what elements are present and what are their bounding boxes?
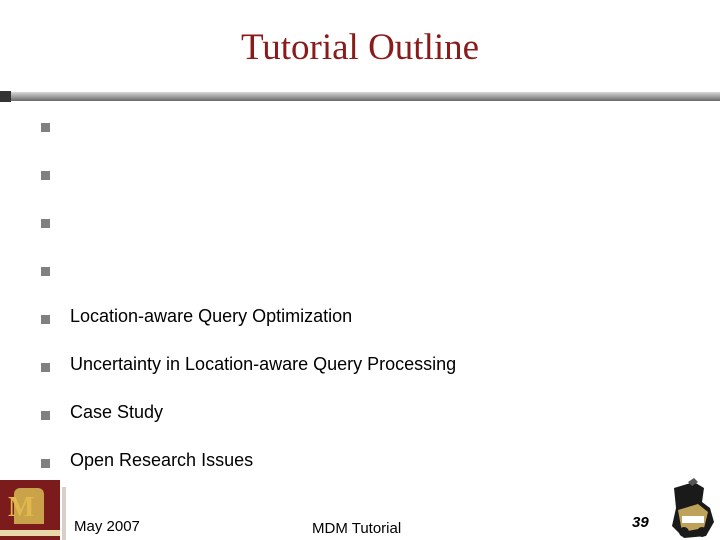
- university-logo-icon: M: [0, 480, 60, 540]
- footer-divider: [62, 487, 66, 540]
- square-bullet-icon: [41, 411, 50, 420]
- page-number: 39: [632, 514, 649, 531]
- footer-date: May 2007: [74, 518, 140, 535]
- square-bullet-icon: [41, 219, 50, 228]
- square-bullet-icon: [41, 171, 50, 180]
- bullet-text: Case Study: [70, 402, 164, 422]
- square-bullet-icon: [41, 123, 50, 132]
- square-bullet-icon: [41, 267, 50, 276]
- purdue-train-logo-icon: [672, 478, 714, 538]
- footer-title: MDM Tutorial: [312, 520, 402, 537]
- slide-title: Tutorial Outline: [240, 27, 480, 68]
- title-rule-dot: [0, 91, 11, 102]
- square-bullet-icon: [41, 315, 50, 324]
- bullet-text: Location-aware Query Optimization: [70, 306, 353, 326]
- square-bullet-icon: [41, 459, 50, 468]
- square-bullet-icon: [41, 363, 50, 372]
- bullet-text: Open Research Issues: [70, 450, 254, 470]
- title-rule: [0, 92, 720, 101]
- bullet-text: Uncertainty in Location-aware Query Proc…: [70, 354, 457, 374]
